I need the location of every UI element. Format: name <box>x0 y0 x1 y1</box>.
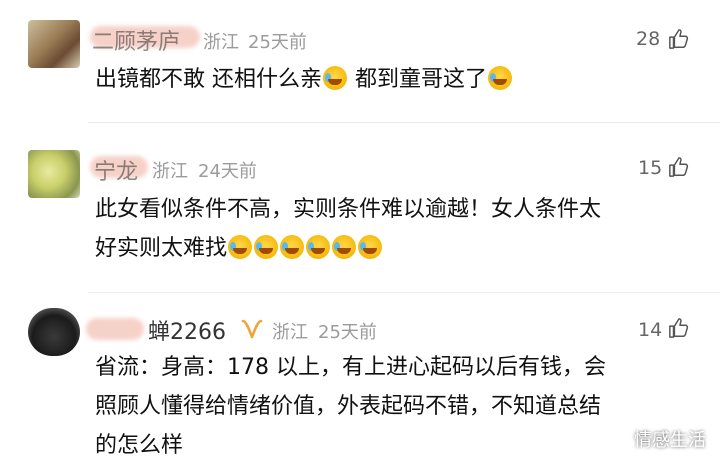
avatar[interactable] <box>28 308 80 356</box>
like-count: 14 <box>638 319 663 341</box>
comment-text: 省流：身高：178 以上，有上进心起码以后有钱，会 照顾人懂得给情绪价值，外表起… <box>95 355 606 458</box>
watermark: 情感生活 <box>634 430 706 451</box>
timestamp: 25天前 <box>318 322 377 343</box>
comment-item: 蝉2266 浙江 25天前 14 省流：身高：178 以上，有上进心起码以后有钱… <box>0 292 720 462</box>
avatar[interactable] <box>28 150 80 198</box>
username-redaction <box>86 318 144 340</box>
location: 浙江 <box>152 161 188 182</box>
timestamp: 24天前 <box>198 161 257 182</box>
comment-item: 二顾茅庐 浙江 25天前 28 出镜都不敢 还相什么亲 都到童哥这了 <box>0 0 720 122</box>
laughing-crying-emoji-icon <box>358 235 383 259</box>
laughing-crying-emoji-icon <box>254 235 279 259</box>
laughing-crying-emoji-icon <box>488 66 513 90</box>
comment-item: 宁龙 浙江 24天前 15 此女看似条件不高，实则条件难以逾越！女人条件太 好实… <box>0 122 720 292</box>
like-count: 28 <box>636 28 661 50</box>
username[interactable]: 蝉2266 <box>148 314 226 346</box>
laughing-crying-emoji-icon <box>332 235 357 259</box>
thumbs-up-icon[interactable] <box>668 28 690 50</box>
like-count: 15 <box>638 157 663 179</box>
comment-text: 此女看似条件不高，实则条件难以逾越！女人条件太 好实则太难找 <box>95 197 602 261</box>
username[interactable]: 宁龙 <box>94 154 138 186</box>
laughing-crying-emoji-icon <box>228 235 253 259</box>
username[interactable]: 二顾茅庐 <box>92 24 180 56</box>
laughing-crying-emoji-icon <box>323 66 347 90</box>
location: 浙江 <box>203 32 239 53</box>
vip-badge-icon <box>241 319 263 339</box>
location: 浙江 <box>272 322 308 343</box>
thumbs-up-icon[interactable] <box>668 317 690 339</box>
laughing-crying-emoji-icon <box>306 235 331 259</box>
comment-text: 出镜都不敢 还相什么亲 都到童哥这了 <box>95 60 685 99</box>
avatar[interactable] <box>28 20 80 68</box>
laughing-crying-emoji-icon <box>280 235 305 259</box>
thumbs-up-icon[interactable] <box>668 156 690 178</box>
timestamp: 25天前 <box>248 32 307 53</box>
